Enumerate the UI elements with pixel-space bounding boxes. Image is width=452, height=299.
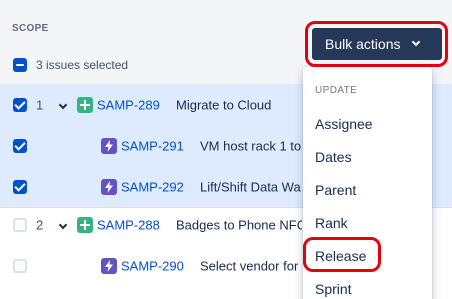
issue-key-link[interactable]: SAMP-288: [97, 217, 160, 232]
menu-item-release[interactable]: Release: [315, 248, 366, 264]
row-checkbox[interactable]: [13, 217, 27, 232]
bulk-actions-menu: UPDATE Assignee Dates Parent Rank Releas…: [303, 67, 432, 299]
issue-summary: Lift/Shift Data Wa: [200, 179, 301, 194]
issue-summary: Migrate to Cloud: [176, 97, 272, 112]
issue-summary: VM host rack 1 to: [200, 138, 302, 153]
lightning-bolt-icon: [101, 137, 117, 154]
row-checkbox[interactable]: [13, 258, 27, 273]
lightning-bolt-icon: [101, 257, 117, 274]
selection-count: 3 issues selected: [36, 58, 129, 72]
plus-square-icon: [77, 96, 93, 113]
issue-key-link[interactable]: SAMP-289: [97, 97, 160, 112]
menu-item-assignee[interactable]: Assignee: [315, 116, 373, 132]
chevron-down-icon[interactable]: [58, 220, 68, 229]
row-number: 2: [36, 217, 44, 232]
chevron-down-icon: [411, 37, 421, 47]
menu-item-parent[interactable]: Parent: [315, 182, 356, 198]
row-checkbox[interactable]: [13, 179, 27, 194]
issue-key-link[interactable]: SAMP-290: [121, 258, 184, 273]
issue-summary: Select vendor for: [200, 258, 299, 273]
bulk-actions-button[interactable]: Bulk actions: [312, 28, 442, 60]
menu-section-heading: UPDATE: [315, 85, 358, 96]
issue-key-link[interactable]: SAMP-292: [121, 179, 184, 194]
menu-item-dates[interactable]: Dates: [315, 149, 352, 165]
menu-item-rank[interactable]: Rank: [315, 215, 348, 231]
row-number: 1: [36, 97, 44, 112]
row-checkbox[interactable]: [13, 97, 27, 112]
issue-summary: Badges to Phone NFC: [176, 217, 302, 232]
row-checkbox[interactable]: [13, 138, 27, 153]
scope-title: SCOPE: [12, 23, 49, 34]
bulk-actions-label: Bulk actions: [325, 36, 401, 52]
select-all-checkbox[interactable]: [13, 58, 27, 72]
lightning-bolt-icon: [101, 178, 117, 195]
chevron-down-icon[interactable]: [58, 100, 68, 109]
plus-square-icon: [77, 216, 93, 233]
issue-key-link[interactable]: SAMP-291: [121, 138, 184, 153]
menu-item-sprint[interactable]: Sprint: [315, 281, 352, 297]
